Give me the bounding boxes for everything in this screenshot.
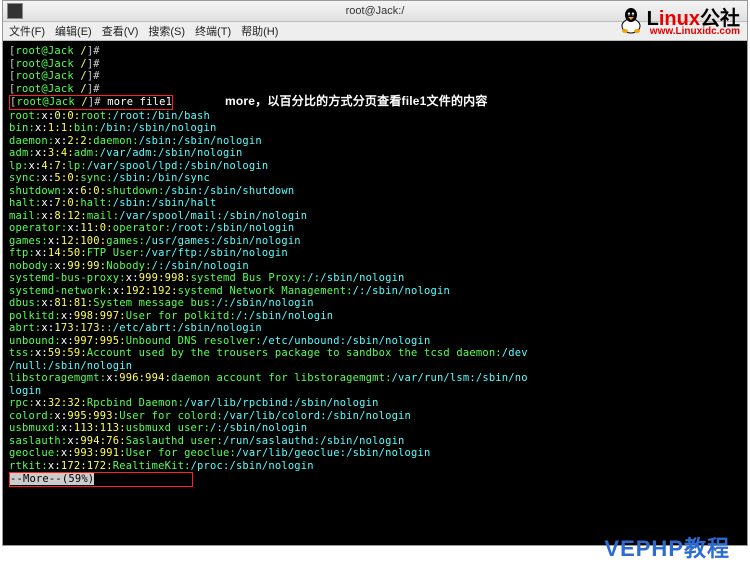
menu-terminal[interactable]: 终端(T) (195, 23, 231, 39)
menu-help[interactable]: 帮助(H) (241, 23, 278, 39)
menu-search[interactable]: 搜索(S) (148, 23, 185, 39)
menu-file[interactable]: 文件(F) (9, 23, 45, 39)
window-icon (7, 3, 23, 19)
terminal-window: root@Jack:/ 文件(F) 编辑(E) 查看(V) 搜索(S) 终端(T… (2, 0, 748, 546)
tux-icon (619, 6, 643, 34)
watermark: VEPHP教程 (604, 531, 730, 563)
window-title: root@Jack:/ (346, 5, 405, 17)
logo-url: www.Linuxidc.com (647, 26, 740, 37)
terminal-output[interactable]: [root@Jack /]# [root@Jack /]# [root@Jack… (3, 41, 747, 545)
linux-logo: Linux公社 www.Linuxidc.com (619, 2, 740, 37)
menu-view[interactable]: 查看(V) (102, 23, 139, 39)
menu-edit[interactable]: 编辑(E) (55, 23, 92, 39)
